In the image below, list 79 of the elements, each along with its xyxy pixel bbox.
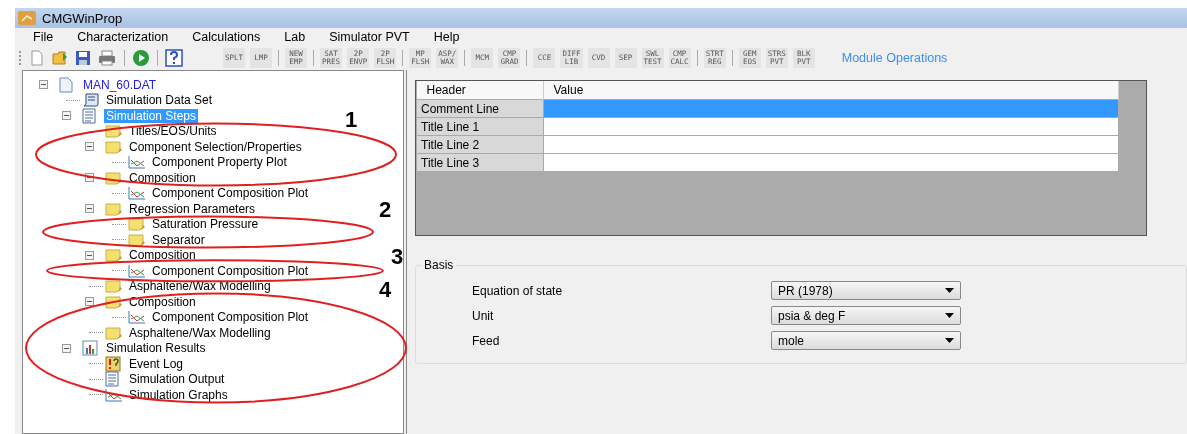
field-label: Equation of state bbox=[472, 283, 564, 298]
tree-item[interactable]: Titles/EOS/Units bbox=[127, 124, 219, 139]
note-icon bbox=[105, 294, 123, 309]
collapse-toggle[interactable] bbox=[85, 173, 94, 183]
document-icon bbox=[105, 371, 119, 388]
note-icon bbox=[105, 279, 123, 294]
row-header: Comment Line bbox=[416, 99, 543, 118]
annotation-number: 1 bbox=[345, 107, 358, 132]
note-icon bbox=[128, 217, 146, 232]
annotation-number: 2 bbox=[379, 197, 392, 222]
tree-item[interactable]: Composition bbox=[127, 294, 198, 309]
file-icon bbox=[59, 76, 73, 93]
dropdown[interactable]: psia & deg F bbox=[771, 306, 961, 325]
tree-item[interactable]: Separator bbox=[150, 232, 207, 247]
tree-item[interactable]: Composition bbox=[127, 248, 198, 263]
log-icon bbox=[105, 355, 121, 372]
print-icon[interactable] bbox=[97, 49, 117, 67]
window-title: CMGWinProp bbox=[42, 10, 123, 26]
caret-icon bbox=[945, 313, 954, 318]
menu-item[interactable]: File bbox=[33, 30, 54, 44]
group-title: Basis bbox=[423, 258, 455, 272]
chart-icon bbox=[128, 186, 146, 201]
menu-item[interactable]: Calculations bbox=[192, 30, 261, 44]
help-icon[interactable] bbox=[165, 49, 183, 67]
caret-icon bbox=[945, 288, 954, 293]
tree-item[interactable]: Simulation Results bbox=[104, 341, 208, 356]
collapse-toggle[interactable] bbox=[85, 204, 94, 214]
note-icon bbox=[105, 124, 123, 139]
save-icon[interactable] bbox=[74, 49, 92, 67]
collapse-toggle[interactable] bbox=[85, 297, 94, 307]
tree-item[interactable]: Asphaltene/Wax Modelling bbox=[127, 325, 273, 340]
menu-item[interactable]: Help bbox=[433, 30, 460, 44]
field-label: Feed bbox=[472, 333, 501, 348]
tree-item[interactable]: Saturation Pressure bbox=[150, 217, 261, 232]
tree-item[interactable]: Component Selection/Properties bbox=[127, 139, 304, 154]
annotation-number: 4 bbox=[379, 277, 392, 302]
note-icon bbox=[105, 139, 123, 154]
column-header: Value bbox=[543, 81, 1118, 100]
document-icon bbox=[82, 107, 96, 124]
field-label: Unit bbox=[472, 308, 495, 323]
note-icon bbox=[105, 201, 123, 216]
tree-item[interactable]: Component Composition Plot bbox=[150, 310, 311, 325]
menu-item[interactable]: Characterization bbox=[77, 30, 169, 44]
caret-icon bbox=[945, 338, 954, 343]
chart-icon bbox=[105, 387, 123, 402]
dropdown[interactable]: PR (1978) bbox=[771, 281, 961, 300]
collapse-toggle[interactable] bbox=[39, 80, 48, 90]
menu-item[interactable]: Simulator PVT bbox=[329, 30, 410, 44]
note-icon bbox=[105, 325, 123, 340]
open-folder-icon[interactable] bbox=[51, 49, 69, 67]
note-icon bbox=[128, 232, 146, 247]
tree-item[interactable]: Asphaltene/Wax Modelling bbox=[127, 279, 273, 294]
annotation-number: 3 bbox=[391, 244, 404, 269]
tree-item[interactable]: Simulation Graphs bbox=[127, 387, 230, 402]
bar-chart-icon bbox=[82, 340, 98, 357]
note-icon bbox=[105, 248, 123, 263]
chart-icon bbox=[128, 155, 146, 170]
app-icon bbox=[18, 11, 36, 25]
run-icon[interactable] bbox=[132, 49, 150, 67]
tree-item[interactable]: Component Composition Plot bbox=[150, 186, 311, 201]
dropdown[interactable]: mole bbox=[771, 331, 961, 350]
tree-item[interactable]: Simulation Output bbox=[127, 372, 227, 387]
menu-item[interactable]: Lab bbox=[284, 30, 306, 44]
collapse-toggle[interactable] bbox=[85, 250, 94, 260]
tree-item[interactable]: Regression Parameters bbox=[127, 201, 258, 216]
tree-item[interactable]: Event Log bbox=[127, 356, 186, 371]
collapse-toggle[interactable] bbox=[85, 142, 94, 152]
chart-icon bbox=[128, 310, 146, 325]
chart-icon bbox=[128, 263, 146, 278]
tree-item[interactable]: Simulation Data Set bbox=[104, 93, 215, 108]
scroll-icon bbox=[82, 92, 100, 109]
tree-item[interactable]: Component Property Plot bbox=[150, 155, 289, 170]
tree-item[interactable]: Component Composition Plot bbox=[150, 263, 311, 278]
collapse-toggle[interactable] bbox=[62, 343, 71, 353]
tree-item[interactable]: MAN_60.DAT bbox=[81, 77, 159, 92]
column-header: Header bbox=[416, 81, 543, 100]
note-icon bbox=[105, 170, 123, 185]
collapse-toggle[interactable] bbox=[62, 111, 71, 121]
tree-item[interactable]: Composition bbox=[127, 170, 198, 185]
